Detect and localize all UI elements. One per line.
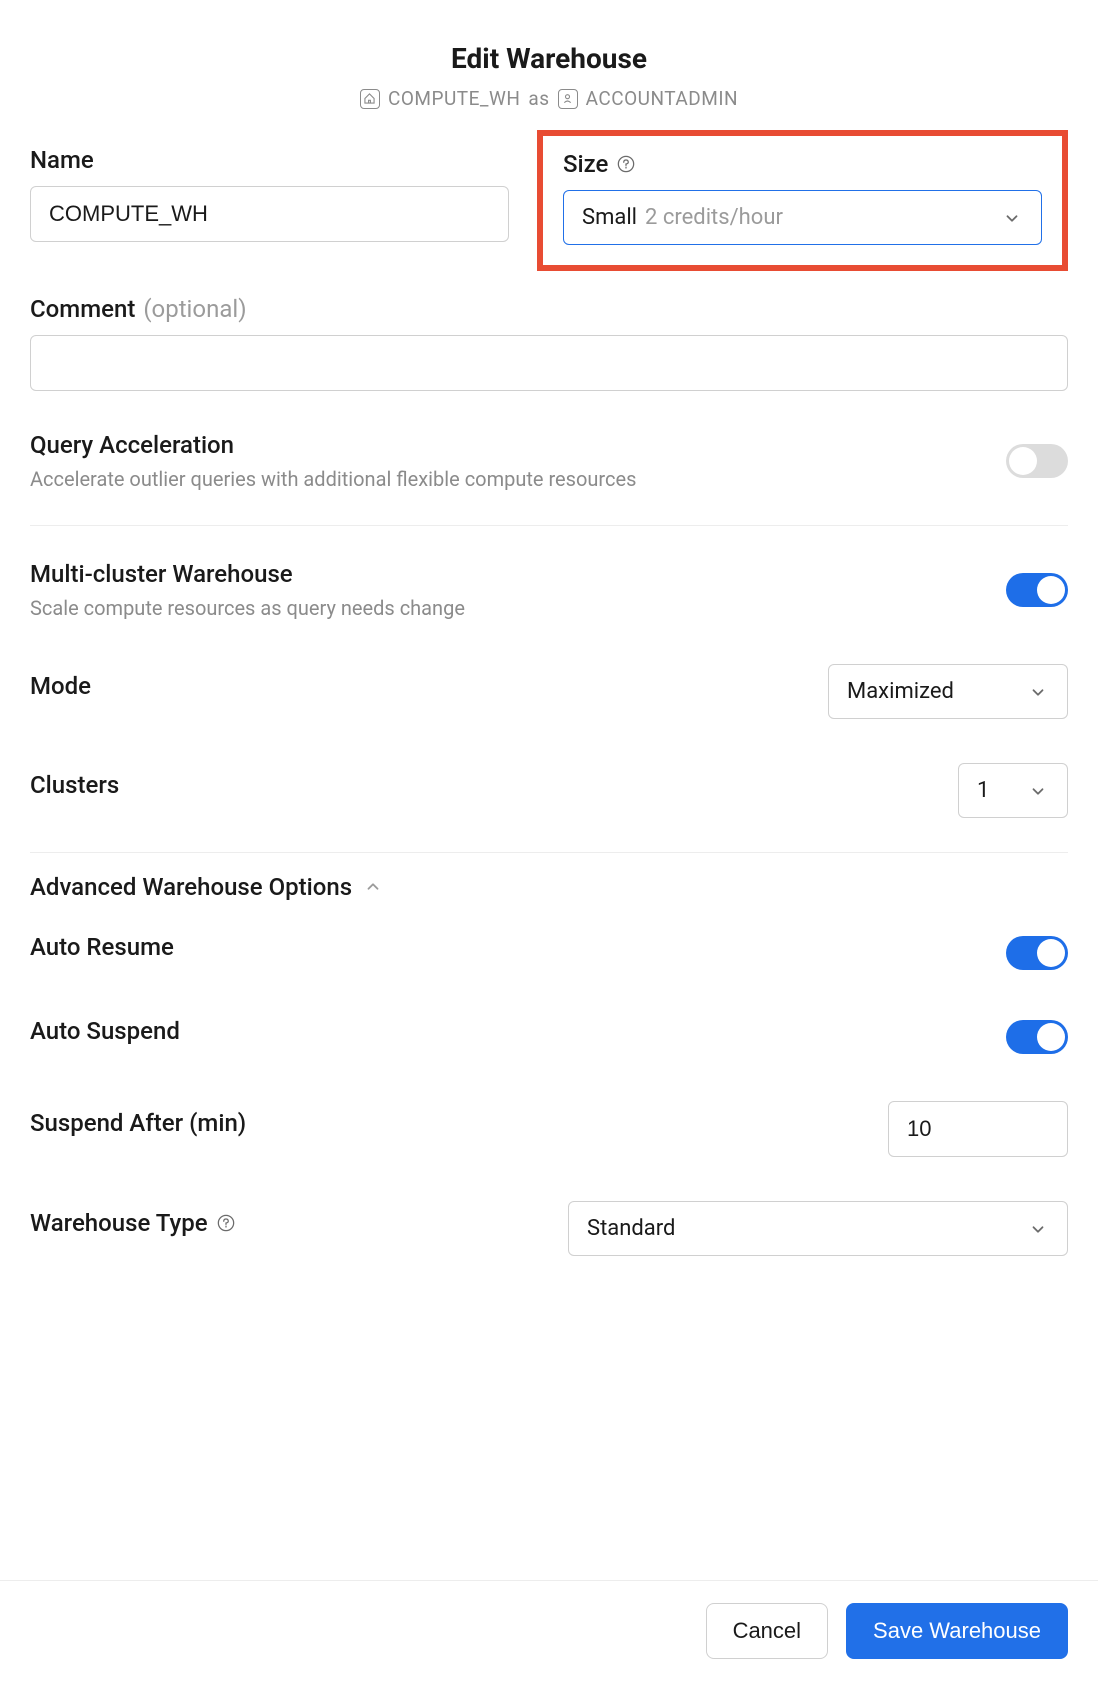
help-icon[interactable] (216, 1213, 236, 1233)
divider (30, 852, 1068, 853)
auto-suspend-toggle[interactable] (1006, 1020, 1068, 1054)
query-accel-row: Query Acceleration Accelerate outlier qu… (30, 409, 1068, 513)
chevron-down-icon (1027, 1218, 1049, 1240)
context-warehouse: COMPUTE_WH (388, 87, 520, 110)
query-accel-subtitle: Accelerate outlier queries with addition… (30, 467, 636, 491)
warehouse-type-select[interactable]: Standard (568, 1201, 1068, 1256)
mode-value: Maximized (847, 679, 954, 704)
help-icon[interactable] (616, 154, 636, 174)
query-accel-label: Query Acceleration (30, 431, 234, 459)
name-label: Name (30, 146, 94, 174)
multi-cluster-row: Multi-cluster Warehouse Scale compute re… (30, 538, 1068, 642)
comment-input[interactable] (30, 335, 1068, 391)
multi-cluster-label: Multi-cluster Warehouse (30, 560, 293, 588)
chevron-up-icon (362, 876, 384, 898)
chevron-down-icon (1027, 681, 1049, 703)
mode-select[interactable]: Maximized (828, 664, 1068, 719)
chevron-down-icon (1001, 207, 1023, 229)
auto-suspend-row: Auto Suspend (30, 995, 1068, 1079)
warehouse-type-label: Warehouse Type (30, 1209, 208, 1237)
suspend-after-label: Suspend After (min) (30, 1109, 246, 1137)
edit-warehouse-dialog: Edit Warehouse COMPUTE_WH as ACCOUNTADMI… (0, 0, 1098, 1278)
size-hint: 2 credits/hour (645, 205, 783, 230)
save-warehouse-button[interactable]: Save Warehouse (846, 1603, 1068, 1659)
size-field-highlight: Size Small 2 credits/hour (537, 130, 1068, 271)
clusters-label: Clusters (30, 771, 119, 799)
auto-resume-label: Auto Resume (30, 933, 174, 961)
role-icon (558, 89, 578, 109)
multi-cluster-toggle[interactable] (1006, 573, 1068, 607)
size-value: Small (582, 205, 637, 230)
multi-cluster-subtitle: Scale compute resources as query needs c… (30, 596, 465, 620)
suspend-after-row: Suspend After (min) (30, 1079, 1068, 1179)
dialog-title: Edit Warehouse (30, 42, 1068, 75)
name-field: Name (30, 146, 509, 271)
chevron-down-icon (1027, 780, 1049, 802)
auto-resume-row: Auto Resume (30, 911, 1068, 995)
advanced-label: Advanced Warehouse Options (30, 873, 352, 901)
mode-row: Mode Maximized (30, 642, 1068, 741)
query-accel-toggle[interactable] (1006, 444, 1068, 478)
cancel-button[interactable]: Cancel (706, 1603, 828, 1659)
name-input[interactable] (30, 186, 509, 242)
auto-resume-toggle[interactable] (1006, 936, 1068, 970)
dialog-footer: Cancel Save Warehouse (0, 1580, 1098, 1681)
clusters-row: Clusters 1 (30, 741, 1068, 840)
clusters-select[interactable]: 1 (958, 763, 1068, 818)
size-select[interactable]: Small 2 credits/hour (563, 190, 1042, 245)
comment-label: Comment (30, 295, 135, 323)
context-breadcrumb: COMPUTE_WH as ACCOUNTADMIN (30, 87, 1068, 110)
suspend-after-input[interactable] (888, 1101, 1068, 1157)
dialog-header: Edit Warehouse COMPUTE_WH as ACCOUNTADMI… (30, 42, 1068, 110)
mode-label: Mode (30, 672, 91, 700)
warehouse-type-row: Warehouse Type Standard (30, 1179, 1068, 1278)
comment-optional: (optional) (143, 295, 246, 323)
context-role: ACCOUNTADMIN (586, 87, 738, 110)
advanced-options-toggle[interactable]: Advanced Warehouse Options (30, 873, 1068, 901)
auto-suspend-label: Auto Suspend (30, 1017, 180, 1045)
context-as: as (528, 87, 549, 110)
warehouse-icon (360, 89, 380, 109)
clusters-value: 1 (977, 778, 989, 803)
warehouse-type-value: Standard (587, 1216, 675, 1241)
size-label: Size (563, 150, 608, 178)
divider (30, 525, 1068, 526)
